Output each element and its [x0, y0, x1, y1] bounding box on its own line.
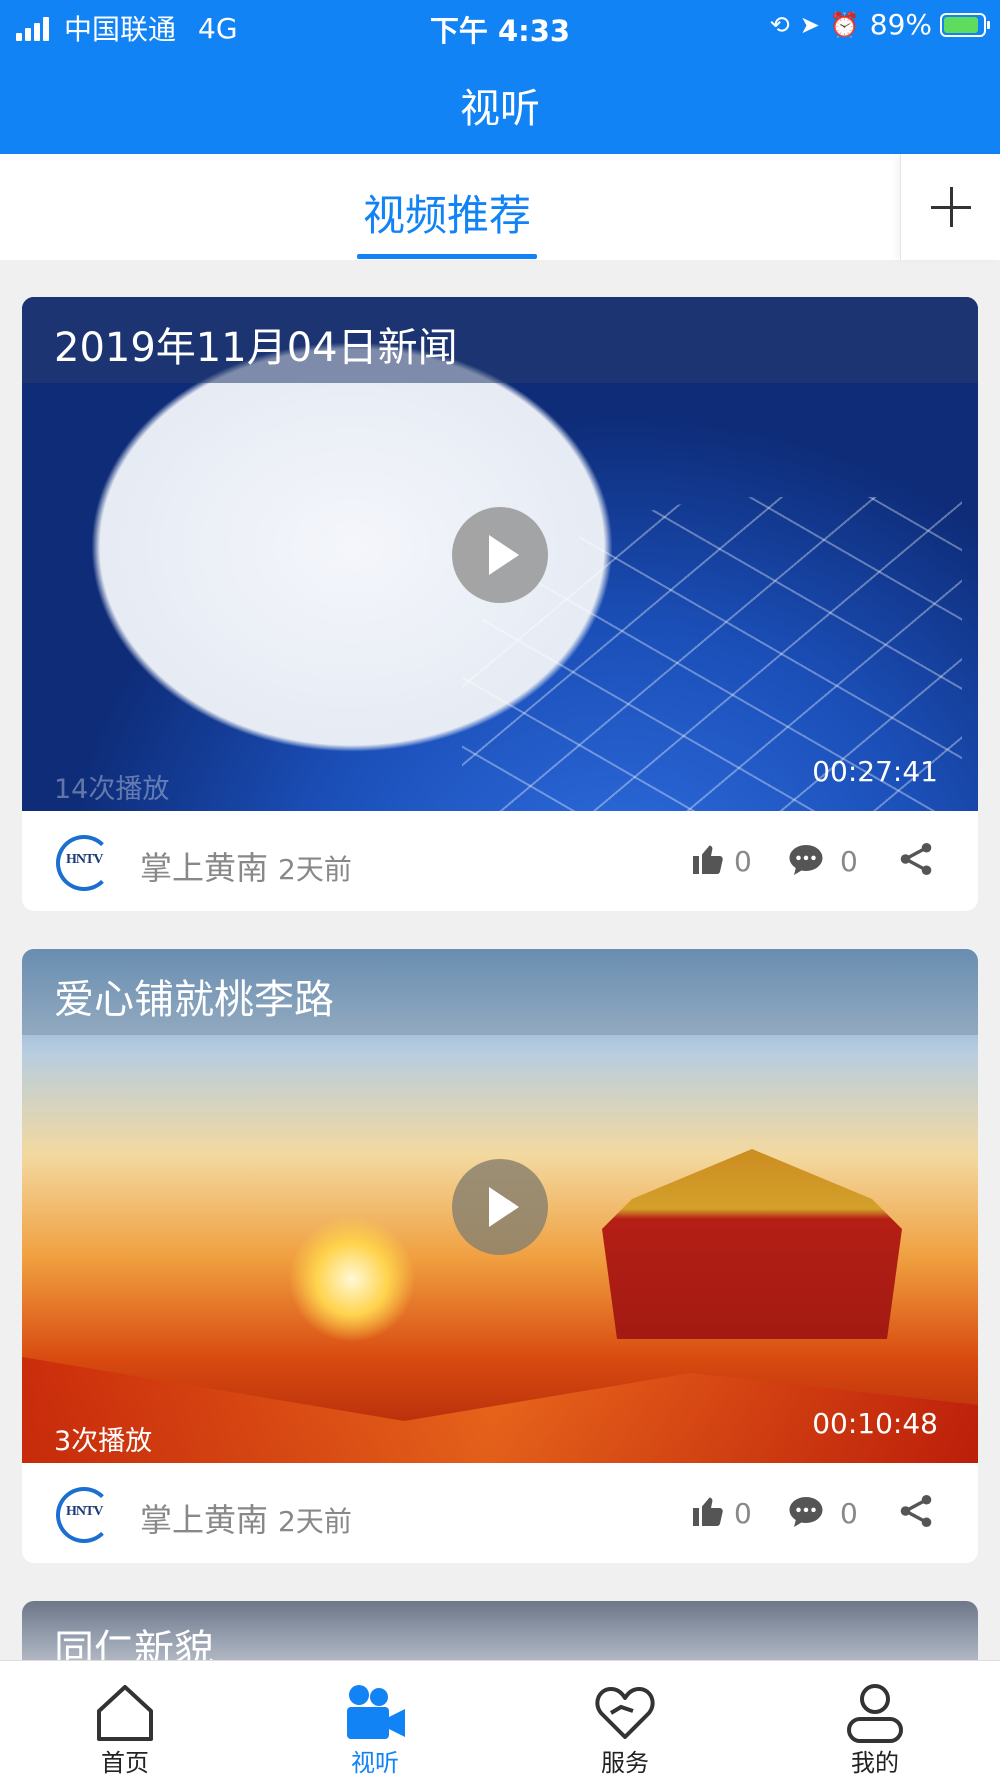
home-icon — [97, 1685, 153, 1741]
video-thumbnail[interactable]: 爱心铺就桃李路 3次播放 00:10:48 — [22, 949, 978, 1463]
play-count: 3次播放 — [54, 1426, 153, 1457]
heart-icon — [595, 1687, 655, 1739]
nav-services[interactable]: 服务 — [500, 1661, 750, 1778]
play-icon[interactable] — [452, 1159, 548, 1255]
tab-video-recommend[interactable]: 视频推荐 — [357, 182, 537, 243]
like-count: 0 — [734, 845, 752, 878]
video-duration: 00:27:41 — [812, 755, 938, 788]
alarm-icon: ⏰ — [829, 10, 860, 39]
nav-audio-visual[interactable]: 视听 — [250, 1661, 500, 1778]
nav-label: 视听 — [351, 1749, 399, 1777]
comment-icon[interactable] — [788, 1495, 824, 1529]
play-count: 14次播放 — [54, 774, 170, 805]
source-name: 掌上黄南 2天前 — [140, 849, 352, 887]
status-bar: 中国联通 4G 下午 4:33 ⟲ ➤ ⏰ 89% — [0, 0, 1000, 50]
page-title: 视听 — [460, 86, 540, 132]
play-icon[interactable] — [452, 507, 548, 603]
thumbs-up-icon[interactable] — [690, 841, 726, 877]
video-title: 2019年11月04日新闻 — [54, 325, 458, 371]
share-icon[interactable] — [898, 1493, 934, 1529]
plus-icon — [930, 187, 971, 227]
video-card[interactable]: 2019年11月04日新闻 14次播放 00:27:41 HNTV 掌上黄南 2天… — [22, 297, 978, 911]
nav-profile[interactable]: 我的 — [750, 1661, 1000, 1778]
video-title: 爱心铺就桃李路 — [54, 977, 334, 1023]
location-icon: ➤ — [799, 10, 820, 39]
orientation-lock-icon: ⟲ — [769, 10, 790, 39]
video-duration: 00:10:48 — [812, 1407, 938, 1440]
battery-icon — [940, 12, 990, 37]
like-count: 0 — [734, 1497, 752, 1530]
time-ago: 2天前 — [278, 1505, 352, 1538]
channel-logo: HNTV — [56, 1487, 112, 1543]
video-meta-row: HNTV 掌上黄南 2天前 0 0 — [22, 1463, 978, 1563]
time-ago: 2天前 — [278, 853, 352, 886]
video-meta-row: HNTV 掌上黄南 2天前 0 0 — [22, 811, 978, 911]
thumbs-up-icon[interactable] — [690, 1493, 726, 1529]
source-name: 掌上黄南 2天前 — [140, 1501, 352, 1539]
add-channel-button[interactable] — [900, 154, 1000, 260]
app-header: 中国联通 4G 下午 4:33 ⟲ ➤ ⏰ 89% 视听 — [0, 0, 1000, 154]
nav-label: 我的 — [851, 1749, 899, 1777]
share-icon[interactable] — [898, 841, 934, 877]
video-thumbnail[interactable]: 2019年11月04日新闻 14次播放 00:27:41 — [22, 297, 978, 811]
bottom-nav: 首页 视听 服务 我的 — [0, 1660, 1000, 1778]
battery-percent: 89% — [869, 8, 932, 41]
user-icon — [847, 1684, 903, 1743]
comment-count: 0 — [840, 845, 858, 878]
comment-icon[interactable] — [788, 843, 824, 877]
video-camera-icon — [347, 1685, 405, 1739]
tab-active-indicator — [357, 254, 537, 259]
nav-label: 服务 — [601, 1749, 649, 1777]
video-card[interactable]: 爱心铺就桃李路 3次播放 00:10:48 HNTV 掌上黄南 2天前 0 0 — [22, 949, 978, 1563]
nav-label: 首页 — [101, 1749, 149, 1777]
comment-count: 0 — [840, 1497, 858, 1530]
channel-tabs: 视频推荐 — [0, 154, 1000, 260]
channel-logo: HNTV — [56, 835, 112, 891]
nav-home[interactable]: 首页 — [0, 1661, 250, 1778]
